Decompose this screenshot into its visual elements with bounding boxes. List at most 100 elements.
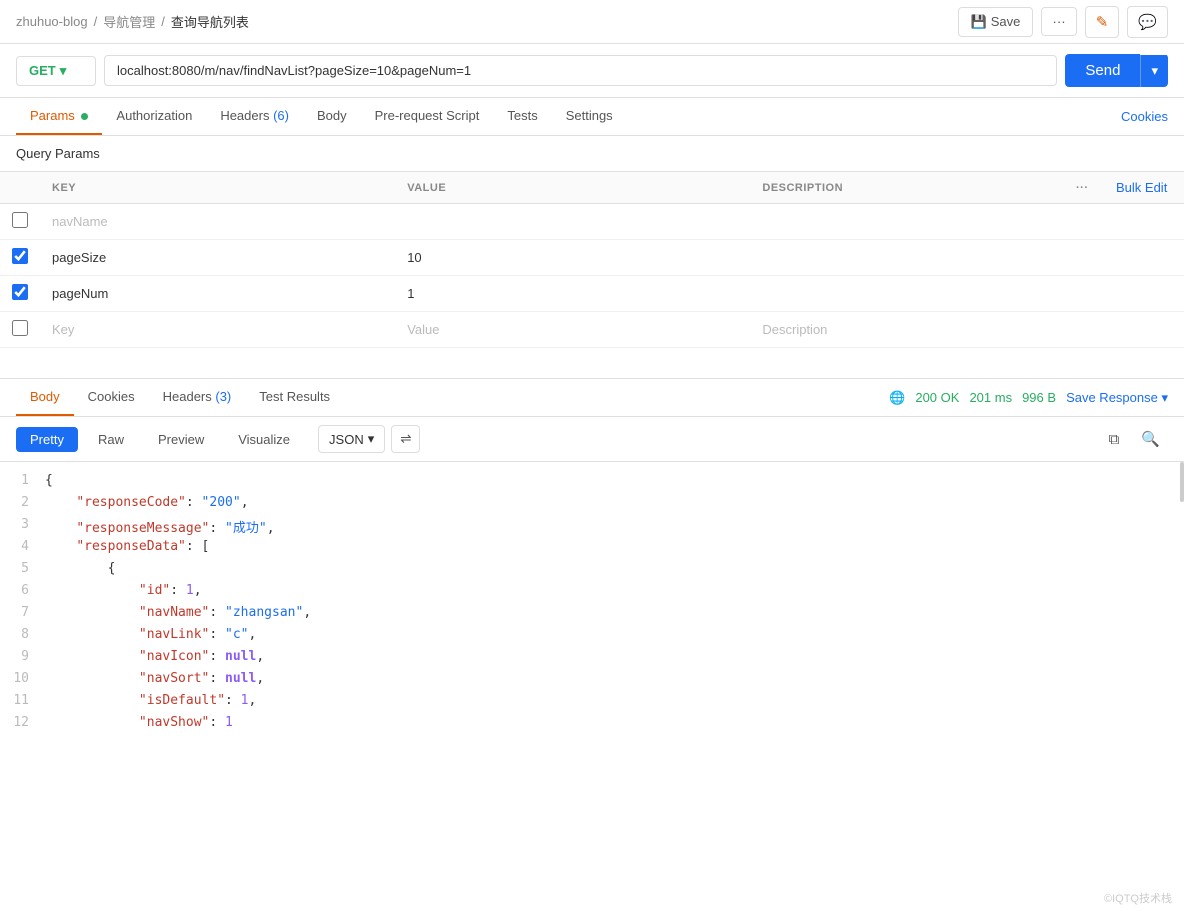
breadcrumb-sep-1: / (94, 14, 98, 29)
save-label: Save (991, 14, 1021, 29)
save-response-button[interactable]: Save Response ▾ (1066, 390, 1168, 406)
tab-authorization[interactable]: Authorization (102, 98, 206, 135)
code-line-12: 12 "navShow": 1 (0, 714, 1184, 736)
th-more[interactable]: ··· (1064, 172, 1104, 204)
row2-desc[interactable] (750, 240, 1064, 276)
row1-desc[interactable] (750, 204, 1064, 240)
method-select[interactable]: GET ▾ (16, 56, 96, 86)
response-tab-tests[interactable]: Test Results (245, 379, 344, 416)
tab-settings-label: Settings (566, 108, 613, 123)
response-tab-cookies[interactable]: Cookies (74, 379, 149, 416)
row3-check[interactable] (0, 276, 40, 312)
breadcrumb-item-1[interactable]: zhuhuo-blog (16, 14, 88, 29)
response-size: 996 B (1022, 390, 1056, 405)
scrollbar[interactable] (1180, 462, 1184, 502)
method-chevron-icon: ▾ (60, 63, 67, 79)
view-pretty-button[interactable]: Pretty (16, 427, 78, 452)
row1-key[interactable]: navName (40, 204, 395, 240)
query-params-section: Query Params (0, 136, 1184, 171)
row2-checkbox[interactable] (12, 248, 28, 264)
url-input[interactable] (104, 55, 1057, 86)
row1-value[interactable] (395, 204, 750, 240)
row4-actions (1064, 312, 1104, 348)
watermark: ©IQTQ技术栈 (1104, 890, 1172, 906)
more-button[interactable]: ··· (1041, 7, 1076, 36)
breadcrumb: zhuhuo-blog / 导航管理 / 查询导航列表 (16, 12, 249, 31)
wrap-icon: ⇌ (400, 431, 411, 446)
method-label: GET (29, 63, 56, 78)
row3-desc[interactable] (750, 276, 1064, 312)
breadcrumb-item-3: 查询导航列表 (171, 12, 249, 31)
save-icon: 💾 (971, 14, 987, 30)
row2-value[interactable]: 10 (395, 240, 750, 276)
th-bulk-edit: Bulk Edit (1104, 172, 1184, 204)
send-arrow-button[interactable]: ▾ (1140, 55, 1168, 87)
tab-body-label: Body (317, 108, 347, 123)
row3-key[interactable]: pageNum (40, 276, 395, 312)
row4-extra (1104, 312, 1184, 348)
row4-value[interactable]: Value (395, 312, 750, 348)
view-visualize-button[interactable]: Visualize (224, 427, 304, 452)
params-table: KEY VALUE DESCRIPTION ··· Bulk Edit navN… (0, 171, 1184, 348)
response-tab-headers[interactable]: Headers (3) (149, 379, 246, 416)
status-code: 200 OK (915, 390, 959, 405)
send-main-button[interactable]: Send (1065, 54, 1140, 87)
tab-params-label: Params (30, 108, 75, 123)
tab-tests[interactable]: Tests (493, 98, 551, 135)
format-select[interactable]: JSON ▾ (318, 425, 385, 453)
view-raw-button[interactable]: Raw (84, 427, 138, 452)
response-time: 201 ms (969, 390, 1012, 405)
tab-params[interactable]: Params (16, 98, 102, 135)
row4-desc[interactable]: Description (750, 312, 1064, 348)
tab-body[interactable]: Body (303, 98, 361, 135)
row2-check[interactable] (0, 240, 40, 276)
row4-key[interactable]: Key (40, 312, 395, 348)
search-button[interactable]: 🔍 (1133, 425, 1168, 453)
row4-check[interactable] (0, 312, 40, 348)
request-tabs: Params Authorization Headers (6) Body Pr… (0, 98, 1184, 136)
top-bar: zhuhuo-blog / 导航管理 / 查询导航列表 💾 Save ··· ✎… (0, 0, 1184, 44)
view-visualize-label: Visualize (238, 432, 290, 447)
tab-settings[interactable]: Settings (552, 98, 627, 135)
code-line-8: 8 "navLink": "c", (0, 626, 1184, 648)
wrap-button[interactable]: ⇌ (391, 425, 420, 453)
table-row: navName (0, 204, 1184, 240)
row3-checkbox[interactable] (12, 284, 28, 300)
tab-headers[interactable]: Headers (6) (206, 98, 303, 135)
cookies-link[interactable]: Cookies (1121, 109, 1168, 124)
response-tab-body-label: Body (30, 389, 60, 404)
response-tab-tests-label: Test Results (259, 389, 330, 404)
bulk-edit-button[interactable]: Bulk Edit (1116, 180, 1167, 195)
row1-extra (1104, 204, 1184, 240)
tab-authorization-label: Authorization (116, 108, 192, 123)
th-description: DESCRIPTION (750, 172, 1064, 204)
table-row: pageNum 1 (0, 276, 1184, 312)
response-code-area[interactable]: 1 { 2 "responseCode": "200", 3 "response… (0, 462, 1184, 746)
row4-checkbox[interactable] (12, 320, 28, 336)
table-row: pageSize 10 (0, 240, 1184, 276)
copy-icon: ⧉ (1109, 431, 1120, 448)
table-row: Key Value Description (0, 312, 1184, 348)
row3-actions (1064, 276, 1104, 312)
query-params-title: Query Params (16, 146, 100, 161)
row2-key[interactable]: pageSize (40, 240, 395, 276)
view-preview-label: Preview (158, 432, 204, 447)
th-check (0, 172, 40, 204)
tab-pre-request-label: Pre-request Script (375, 108, 480, 123)
th-key: KEY (40, 172, 395, 204)
headers-badge: (6) (273, 108, 289, 123)
copy-button[interactable]: ⧉ (1101, 426, 1128, 453)
response-tab-body[interactable]: Body (16, 379, 74, 416)
row3-value[interactable]: 1 (395, 276, 750, 312)
th-value: VALUE (395, 172, 750, 204)
row1-checkbox[interactable] (12, 212, 28, 228)
view-preview-button[interactable]: Preview (144, 427, 218, 452)
tab-pre-request[interactable]: Pre-request Script (361, 98, 494, 135)
edit-button[interactable]: ✎ (1085, 6, 1120, 38)
code-line-3: 3 "responseMessage": "成功", (0, 516, 1184, 538)
save-button[interactable]: 💾 Save (958, 7, 1034, 37)
comment-button[interactable]: 💬 (1127, 6, 1168, 38)
breadcrumb-item-2[interactable]: 导航管理 (103, 12, 155, 31)
comment-icon: 💬 (1138, 14, 1157, 31)
row1-check[interactable] (0, 204, 40, 240)
